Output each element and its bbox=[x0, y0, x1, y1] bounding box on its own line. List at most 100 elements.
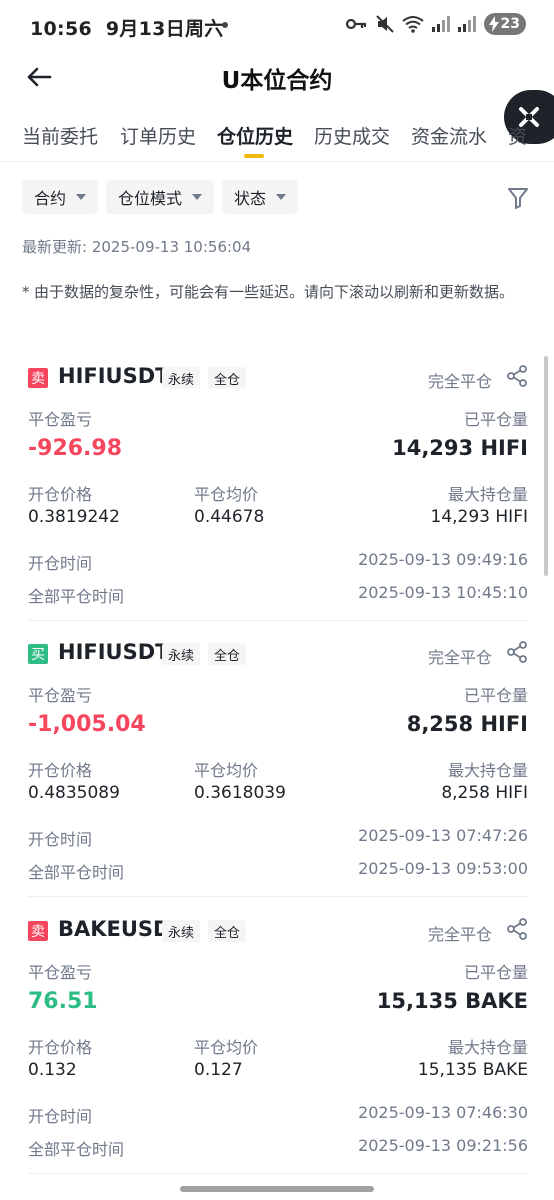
tag-margin-mode: 全仓 bbox=[208, 367, 247, 389]
close-avg-label: 平仓均价 bbox=[194, 1038, 259, 1057]
close-avg-label: 平仓均价 bbox=[194, 485, 259, 504]
delay-note: * 由于数据的复杂性，可能会有一些延迟。请向下滚动以刷新和更新数据。 bbox=[22, 280, 532, 305]
chevron-down-icon bbox=[76, 194, 87, 200]
note-asterisk: * bbox=[22, 283, 30, 301]
closed-qty-label: 已平仓量 bbox=[463, 410, 528, 429]
tab-order-history[interactable]: 订单历史 bbox=[120, 122, 196, 149]
close-avg-label: 平仓均价 bbox=[194, 761, 259, 780]
full-close-time-label: 全部平仓时间 bbox=[28, 1140, 125, 1159]
max-hold-label: 最大持仓量 bbox=[447, 1038, 528, 1057]
filter-position-mode[interactable]: 仓位模式 bbox=[106, 180, 215, 214]
wifi-icon bbox=[402, 16, 424, 33]
active-tab-indicator bbox=[244, 154, 264, 158]
status-bar: 10:56 9月13日周六 23 bbox=[0, 0, 554, 50]
full-close-time-label: 全部平仓时间 bbox=[28, 587, 125, 606]
open-price-value: 0.132 bbox=[28, 1060, 77, 1080]
filter-funnel-icon[interactable] bbox=[506, 186, 530, 210]
open-time-label: 开仓时间 bbox=[28, 1107, 93, 1126]
max-hold-value: 8,258 HIFI bbox=[441, 783, 528, 803]
closed-qty-value: 14,293 HIFI bbox=[392, 436, 528, 460]
tab-funding-flow[interactable]: 资金流水 bbox=[411, 122, 487, 149]
filter-contract[interactable]: 合约 bbox=[22, 180, 99, 214]
open-time-value: 2025-09-13 07:47:26 bbox=[358, 826, 528, 845]
status-icons: 23 bbox=[346, 13, 526, 35]
card-divider bbox=[28, 1173, 528, 1174]
tag-perpetual: 永续 bbox=[162, 920, 201, 942]
symbol[interactable]: HIFIUSDT bbox=[58, 364, 169, 388]
tag-perpetual: 永续 bbox=[162, 367, 201, 389]
open-time-value: 2025-09-13 07:46:30 bbox=[358, 1103, 528, 1122]
position-card[interactable]: 买 HIFIUSDT 永续 全仓 完全平仓平仓盈亏 已平仓量 -1,005.04 8,258 … bbox=[28, 640, 528, 904]
close-status: 完全平仓 bbox=[427, 925, 492, 944]
closed-qty-value: 15,135 BAKE bbox=[376, 989, 528, 1013]
charging-icon bbox=[489, 16, 499, 32]
note-text: 由于数据的复杂性，可能会有一些延迟。请向下滚动以刷新和更新数据。 bbox=[34, 283, 515, 301]
full-close-time-label: 全部平仓时间 bbox=[28, 863, 125, 882]
full-close-time-value: 2025-09-13 10:45:10 bbox=[358, 583, 528, 602]
position-card[interactable]: 卖 HIFIUSDT 永续 全仓 完全平仓平仓盈亏 已平仓量 -926.98 14,293 H… bbox=[28, 364, 528, 628]
closed-qty-label: 已平仓量 bbox=[463, 963, 528, 982]
closed-qty-label: 已平仓量 bbox=[463, 686, 528, 705]
symbol[interactable]: HIFIUSDT bbox=[58, 640, 169, 664]
page-title: U本位合约 bbox=[221, 68, 333, 94]
open-price-value: 0.4835089 bbox=[28, 783, 120, 803]
chevron-down-icon bbox=[276, 194, 287, 200]
tab-position-history[interactable]: 仓位历史 bbox=[217, 122, 293, 149]
pnl-label: 平仓盈亏 bbox=[28, 686, 93, 705]
share-icon[interactable] bbox=[506, 641, 528, 663]
share-icon[interactable] bbox=[506, 365, 528, 387]
open-time-value: 2025-09-13 09:49:16 bbox=[358, 550, 528, 569]
open-price-label: 开仓价格 bbox=[28, 485, 93, 504]
share-icon[interactable] bbox=[506, 918, 528, 940]
tab-open-orders[interactable]: 当前委托 bbox=[22, 122, 98, 149]
last-updated: 最新更新: 2025-09-13 10:56:04 bbox=[22, 238, 252, 256]
full-close-time-value: 2025-09-13 09:53:00 bbox=[358, 859, 528, 878]
side-badge: 卖 bbox=[28, 368, 48, 388]
side-badge: 买 bbox=[28, 644, 48, 664]
pnl-value: 76.51 bbox=[28, 989, 98, 1014]
filter-status-label: 状态 bbox=[234, 189, 267, 208]
signal-icon-2 bbox=[458, 16, 476, 32]
status-time: 10:56 9月13日周六 bbox=[30, 18, 224, 40]
open-price-label: 开仓价格 bbox=[28, 761, 93, 780]
notification-dot bbox=[222, 22, 228, 28]
card-divider bbox=[28, 620, 528, 621]
close-status: 完全平仓 bbox=[427, 648, 492, 667]
mute-icon bbox=[376, 15, 394, 33]
max-hold-label: 最大持仓量 bbox=[447, 485, 528, 504]
close-status: 完全平仓 bbox=[427, 372, 492, 391]
tab-more[interactable]: 资 bbox=[508, 122, 527, 149]
battery-indicator: 23 bbox=[484, 13, 526, 35]
pnl-label: 平仓盈亏 bbox=[28, 410, 93, 429]
header: U本位合约 bbox=[0, 52, 554, 102]
pnl-value: -926.98 bbox=[28, 436, 123, 461]
position-card[interactable]: 卖 BAKEUSDT 永续 全仓 完全平仓 平仓盈亏 已平仓量 76.51 15,135 BAK… bbox=[28, 917, 528, 1181]
closed-qty-value: 8,258 HIFI bbox=[406, 712, 528, 736]
full-close-time-value: 2025-09-13 09:21:56 bbox=[358, 1136, 528, 1155]
tag-margin-mode: 全仓 bbox=[208, 920, 247, 942]
open-time-label: 开仓时间 bbox=[28, 830, 93, 849]
tag-perpetual: 永续 bbox=[162, 643, 201, 665]
tab-bar: 当前委托 订单历史 仓位历史 历史成交 资金流水 资 bbox=[0, 118, 554, 162]
card-divider bbox=[28, 896, 528, 897]
max-hold-label: 最大持仓量 bbox=[447, 761, 528, 780]
tag-margin-mode: 全仓 bbox=[208, 643, 247, 665]
scrollbar[interactable] bbox=[544, 356, 548, 576]
filter-contract-label: 合约 bbox=[34, 189, 67, 208]
max-hold-value: 15,135 BAKE bbox=[417, 1060, 528, 1080]
tab-trade-history[interactable]: 历史成交 bbox=[314, 122, 390, 149]
open-price-label: 开仓价格 bbox=[28, 1038, 93, 1057]
pnl-label: 平仓盈亏 bbox=[28, 963, 93, 982]
chevron-down-icon bbox=[192, 194, 203, 200]
open-price-value: 0.3819242 bbox=[28, 507, 120, 527]
close-avg-value: 0.127 bbox=[194, 1060, 243, 1080]
side-badge: 卖 bbox=[28, 921, 48, 941]
filter-row: 合约 仓位模式 状态 bbox=[22, 180, 299, 214]
close-avg-value: 0.3618039 bbox=[194, 783, 286, 803]
key-icon bbox=[346, 18, 367, 30]
home-indicator[interactable] bbox=[180, 1186, 374, 1192]
filter-status[interactable]: 状态 bbox=[222, 180, 299, 214]
close-avg-value: 0.44678 bbox=[194, 507, 265, 527]
pnl-value: -1,005.04 bbox=[28, 712, 146, 737]
open-time-label: 开仓时间 bbox=[28, 554, 93, 573]
